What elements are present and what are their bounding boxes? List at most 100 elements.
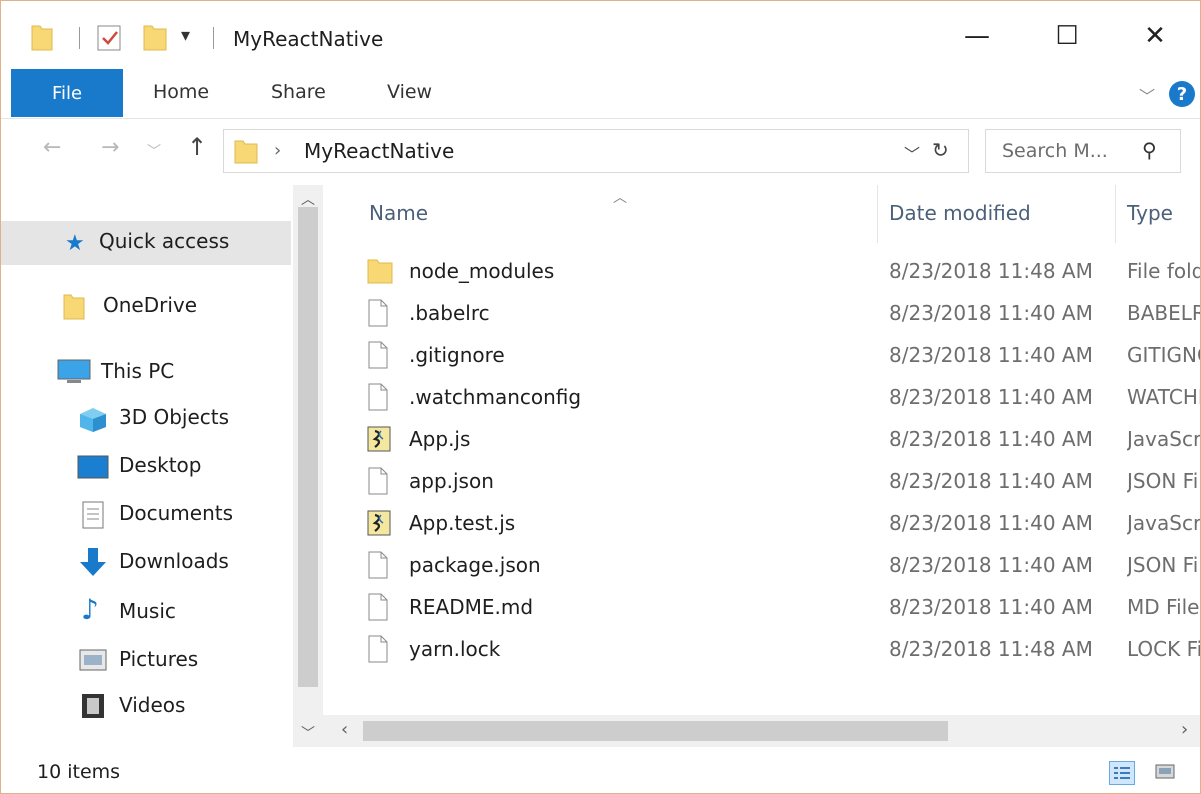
table-row[interactable]: .gitignore 8/23/2018 11:40 AM GITIGNORE xyxy=(363,335,1200,377)
file-icon xyxy=(367,467,389,499)
address-dropdown-icon[interactable]: ﹀ xyxy=(904,141,920,165)
desktop-icon xyxy=(77,455,109,483)
file-list: ︿ Name Date modified Type node_modules 8/… xyxy=(323,185,1201,747)
pictures-icon xyxy=(79,649,107,675)
date-modified: 8/23/2018 11:40 AM xyxy=(889,595,1093,619)
table-row[interactable]: package.json 8/23/2018 11:40 AM JSON File xyxy=(363,545,1200,587)
nav-item-videos[interactable]: Videos xyxy=(1,685,291,729)
file-icon xyxy=(367,551,389,583)
back-icon[interactable]: ← xyxy=(43,135,61,160)
file-name[interactable]: App.test.js xyxy=(409,511,515,535)
scrollbar-thumb[interactable] xyxy=(298,207,318,687)
folder-icon xyxy=(234,139,258,169)
computer-icon xyxy=(57,359,91,389)
new-folder-icon[interactable] xyxy=(143,24,167,56)
column-header-type[interactable]: Type xyxy=(1127,201,1173,225)
scroll-down-icon[interactable]: ﹀ xyxy=(301,723,315,743)
table-row[interactable]: App.js 8/23/2018 11:40 AM JavaScript xyxy=(363,419,1201,461)
up-icon[interactable]: ↑ xyxy=(187,133,207,161)
file-name[interactable]: package.json xyxy=(409,553,541,577)
table-row[interactable]: .watchmanconfig 8/23/2018 11:40 AM WATCHMA… xyxy=(363,377,1200,419)
date-modified: 8/23/2018 11:40 AM xyxy=(889,343,1093,367)
date-modified: 8/23/2018 11:48 AM xyxy=(889,637,1093,661)
scroll-left-icon[interactable]: ‹ xyxy=(341,719,348,740)
ribbon: File Home Share View ﹀ ? xyxy=(1,69,1200,119)
file-name[interactable]: .watchmanconfig xyxy=(409,385,581,409)
folder-icon xyxy=(63,293,85,325)
scroll-up-icon[interactable]: ︿ xyxy=(301,189,315,209)
nav-item-onedrive[interactable]: OneDrive xyxy=(1,285,291,329)
column-header-date[interactable]: Date modified xyxy=(889,201,1031,225)
large-icons-view-icon[interactable] xyxy=(1153,761,1179,785)
search-icon[interactable]: ⚲ xyxy=(1142,138,1157,162)
nav-item-music[interactable]: ♪ Music xyxy=(1,589,291,633)
table-row[interactable]: node_modules 8/23/2018 11:48 AM File folde… xyxy=(363,251,1200,293)
horizontal-scrollbar[interactable]: ‹ › xyxy=(323,715,1200,747)
column-header-name[interactable]: Name xyxy=(369,201,428,225)
recent-locations-icon[interactable]: ﹀ xyxy=(147,141,161,161)
folder-icon xyxy=(367,257,393,289)
help-icon[interactable]: ? xyxy=(1169,81,1195,107)
column-divider[interactable] xyxy=(877,185,878,243)
date-modified: 8/23/2018 11:40 AM xyxy=(889,553,1093,577)
file-name[interactable]: .babelrc xyxy=(409,301,490,325)
properties-icon[interactable] xyxy=(97,24,123,56)
nav-label: This PC xyxy=(101,359,175,383)
close-button[interactable]: ✕ xyxy=(1125,13,1185,59)
file-type: JavaScript xyxy=(1127,511,1201,535)
nav-scrollbar[interactable]: ︿ ﹀ xyxy=(293,185,323,747)
table-row[interactable]: .babelrc 8/23/2018 11:40 AM BABELRC xyxy=(363,293,1200,335)
minimize-button[interactable]: — xyxy=(947,13,1007,59)
expand-ribbon-icon[interactable]: ﹀ xyxy=(1139,83,1155,107)
file-name[interactable]: App.js xyxy=(409,427,470,451)
column-divider[interactable] xyxy=(1115,185,1116,243)
details-view-icon[interactable] xyxy=(1109,761,1135,785)
nav-label: OneDrive xyxy=(103,293,198,317)
scroll-right-icon[interactable]: › xyxy=(1181,719,1188,740)
file-type: JavaScript xyxy=(1127,427,1201,451)
table-row[interactable]: app.json 8/23/2018 11:40 AM JSON File xyxy=(363,461,1200,503)
file-name[interactable]: .gitignore xyxy=(409,343,505,367)
file-name[interactable]: yarn.lock xyxy=(409,637,500,661)
file-icon xyxy=(367,341,389,373)
table-row[interactable]: yarn.lock 8/23/2018 11:48 AM LOCK File xyxy=(363,629,1200,671)
file-icon xyxy=(367,383,389,415)
file-name[interactable]: app.json xyxy=(409,469,494,493)
nav-item-this-pc[interactable]: This PC xyxy=(1,349,291,393)
breadcrumb-chevron-icon[interactable]: › xyxy=(274,140,281,161)
file-name[interactable]: README.md xyxy=(409,595,533,619)
nav-item-pictures[interactable]: Pictures xyxy=(1,637,291,681)
folder-icon[interactable] xyxy=(31,24,53,56)
refresh-icon[interactable]: ↻ xyxy=(932,138,949,162)
tab-home[interactable]: Home xyxy=(153,81,209,103)
table-row[interactable]: README.md 8/23/2018 11:40 AM MD File xyxy=(363,587,1200,629)
nav-label: Videos xyxy=(119,693,186,717)
nav-item-quick-access[interactable]: ★ Quick access xyxy=(1,221,291,265)
nav-item-desktop[interactable]: Desktop xyxy=(1,445,291,489)
date-modified: 8/23/2018 11:40 AM xyxy=(889,469,1093,493)
title-bar: ▾ MyReactNative — ☐ ✕ xyxy=(1,1,1200,69)
file-name[interactable]: node_modules xyxy=(409,259,554,283)
file-icon xyxy=(367,635,389,667)
nav-label: Music xyxy=(119,599,176,623)
nav-item-documents[interactable]: Documents xyxy=(1,493,291,537)
file-type: GITIGNORE xyxy=(1127,343,1200,367)
cube-icon xyxy=(79,407,107,437)
sort-ascending-icon: ︿ xyxy=(613,190,627,206)
tab-file[interactable]: File xyxy=(11,69,123,117)
customize-qat-icon[interactable]: ▾ xyxy=(181,25,190,46)
nav-item-downloads[interactable]: Downloads xyxy=(1,541,291,585)
table-row[interactable]: App.test.js 8/23/2018 11:40 AM JavaScript xyxy=(363,503,1201,545)
nav-item-3d-objects[interactable]: 3D Objects xyxy=(1,397,291,441)
maximize-button[interactable]: ☐ xyxy=(1037,13,1097,59)
file-type: JSON File xyxy=(1127,469,1200,493)
tab-share[interactable]: Share xyxy=(271,81,326,103)
address-bar[interactable]: › MyReactNative ﹀ ↻ xyxy=(223,129,969,173)
tab-view[interactable]: View xyxy=(387,81,432,103)
search-input[interactable]: Search M... ⚲ xyxy=(985,129,1181,173)
forward-icon[interactable]: → xyxy=(101,135,119,160)
breadcrumb[interactable]: MyReactNative xyxy=(304,139,454,163)
scrollbar-thumb[interactable] xyxy=(363,721,948,741)
navigation-bar: ← → ﹀ ↑ › MyReactNative ﹀ ↻ Search M... … xyxy=(1,121,1200,181)
file-type: JSON File xyxy=(1127,553,1200,577)
